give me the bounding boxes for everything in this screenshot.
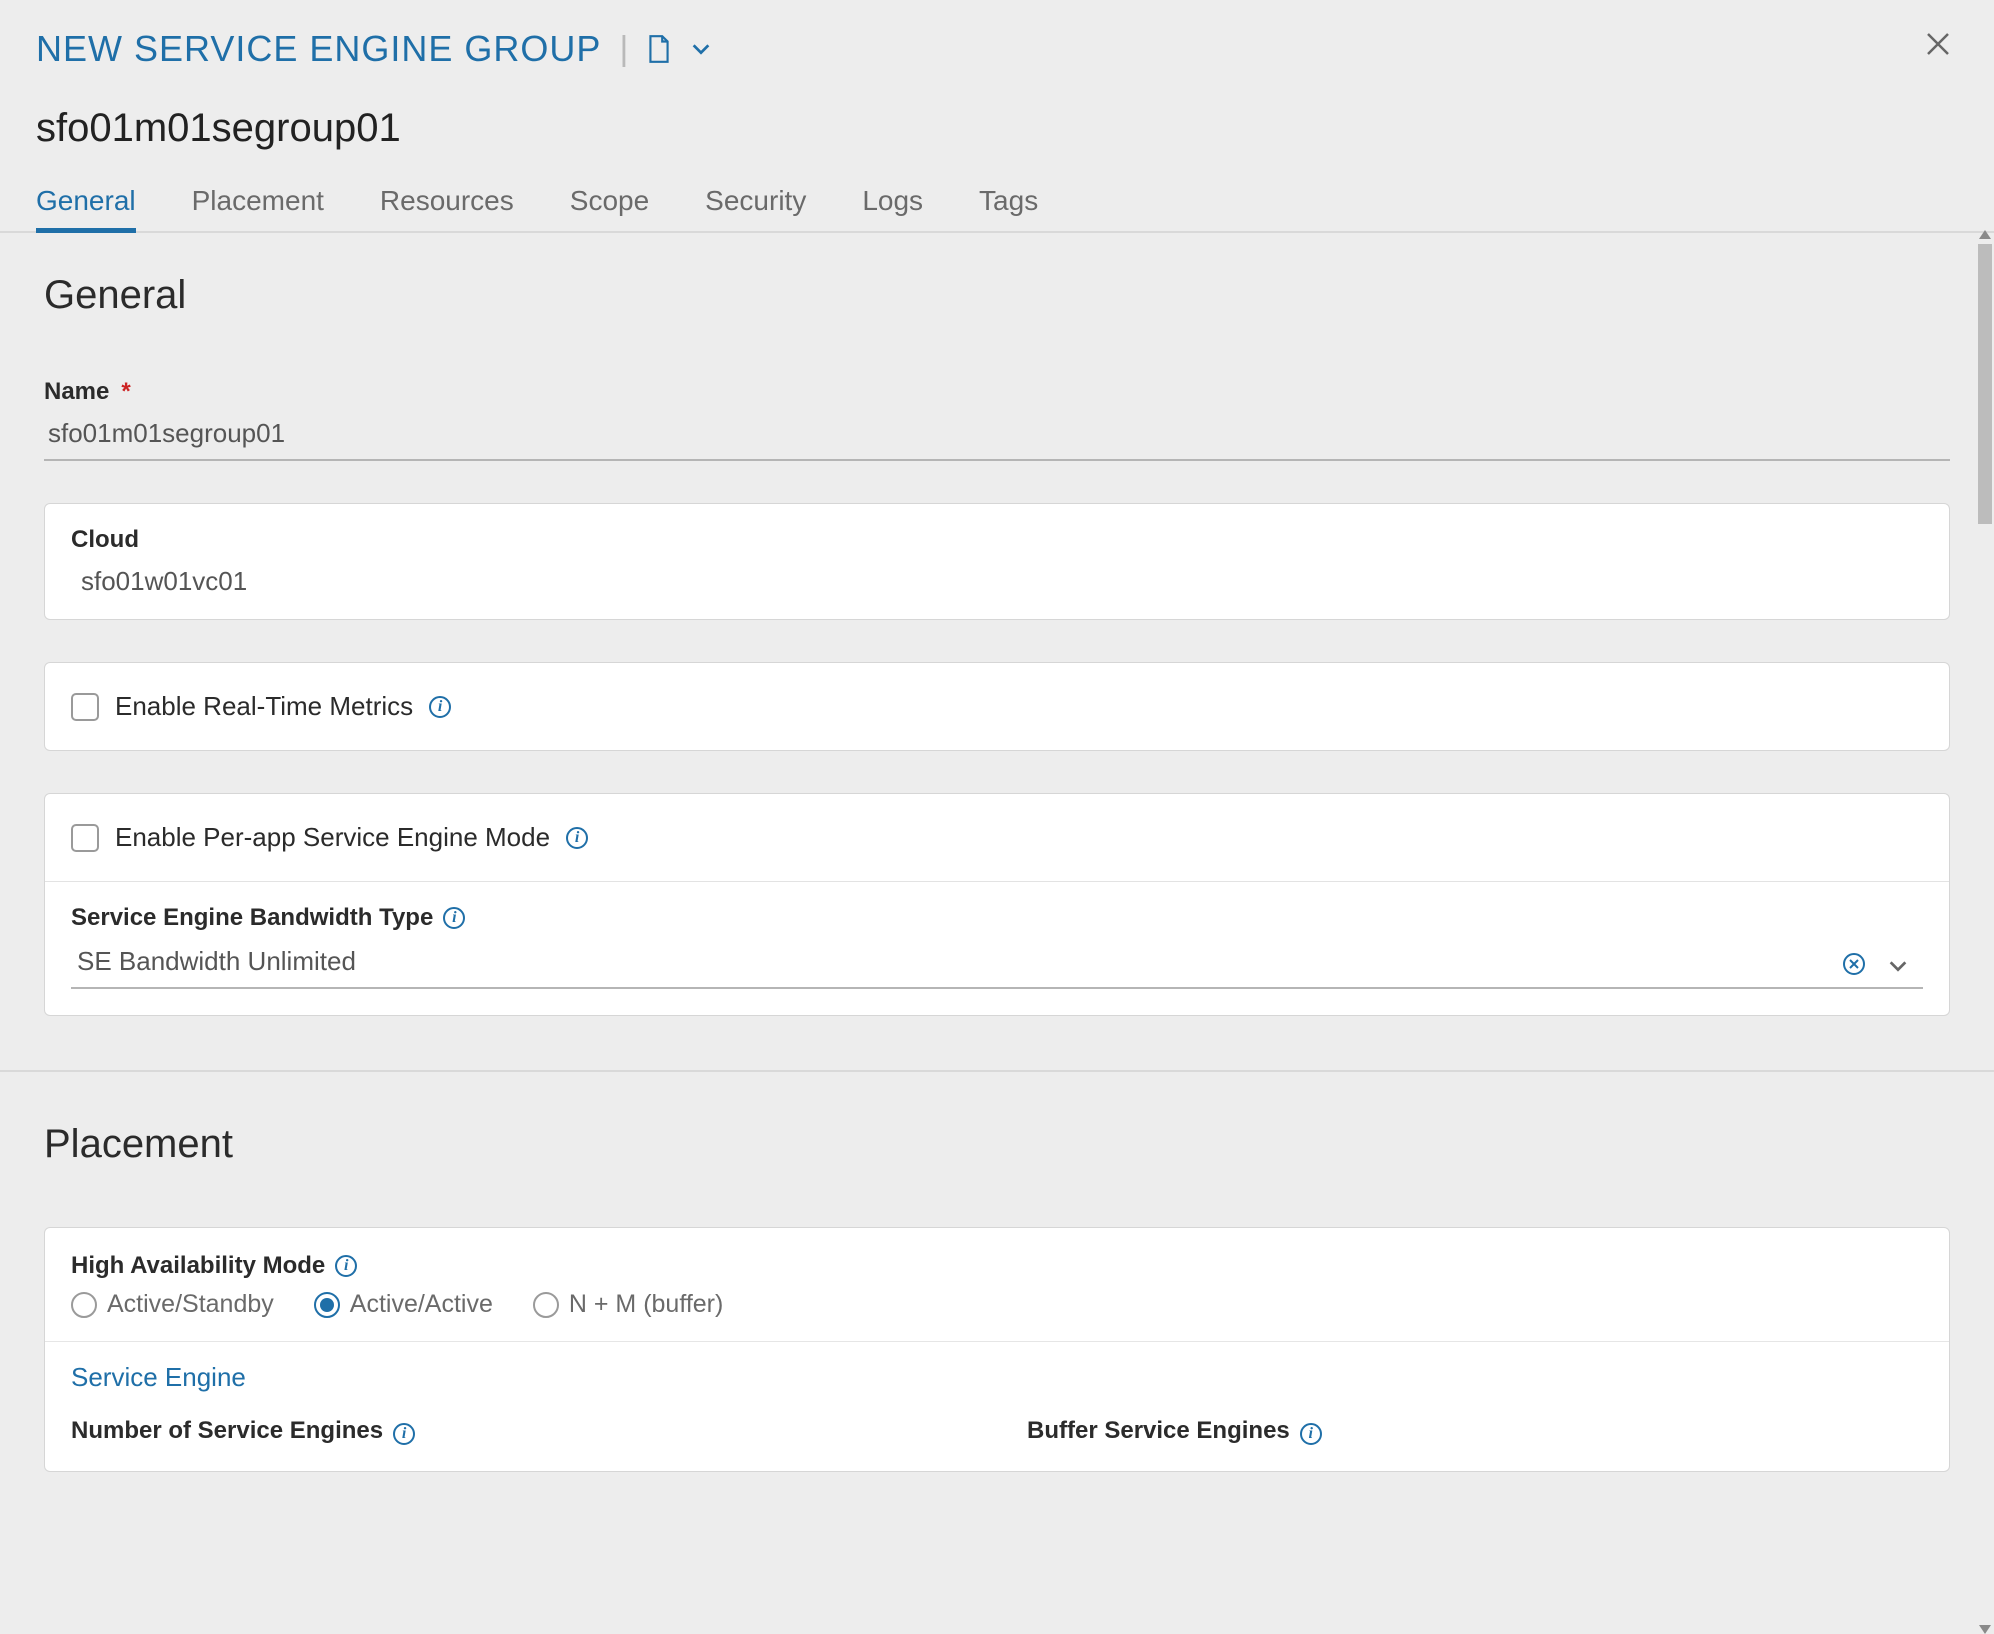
document-icon[interactable] [646,34,672,64]
info-icon[interactable]: i [443,907,465,929]
metrics-checkbox[interactable] [71,693,99,721]
perapp-label: Enable Per-app Service Engine Mode [115,822,550,853]
tab-bar: General Placement Resources Scope Securi… [0,175,1994,233]
scroll-down-icon[interactable] [1979,1625,1991,1634]
tab-logs[interactable]: Logs [862,175,923,231]
entity-name: sfo01m01segroup01 [36,106,1958,151]
required-asterisk: * [121,378,130,406]
metrics-card: Enable Real-Time Metrics i [44,662,1950,751]
content: General Name* Cloud sfo01w01vc01 Enable … [0,233,1994,1472]
modal-header: NEW SERVICE ENGINE GROUP | sfo01m01segro… [0,0,1994,151]
bandwidth-label: Service Engine Bandwidth Type i [71,904,1923,932]
title-separator: | [619,30,628,69]
section-title-general: General [44,273,1950,318]
tab-placement[interactable]: Placement [192,175,324,231]
cloud-card: Cloud sfo01w01vc01 [44,503,1950,620]
modal-title: NEW SERVICE ENGINE GROUP [36,28,601,70]
scroll-up-icon[interactable] [1979,230,1991,239]
placement-card: High Availability Mode i Active/Standby … [44,1227,1950,1472]
scroll-thumb[interactable] [1978,244,1992,524]
info-icon[interactable]: i [566,827,588,849]
tab-scope[interactable]: Scope [570,175,649,231]
ha-label: High Availability Mode i [71,1252,1923,1280]
name-field: Name* [44,378,1950,461]
name-label: Name* [44,378,1950,406]
chevron-down-icon[interactable] [690,38,712,60]
ha-option-nm-buffer[interactable]: N + M (buffer) [533,1290,723,1319]
name-input[interactable] [44,412,1950,461]
bandwidth-select [71,938,1923,989]
tab-resources[interactable]: Resources [380,175,514,231]
num-se-field: Number of Service Engines i [71,1417,967,1451]
radio-icon [71,1292,97,1318]
scrollbar[interactable] [1976,230,1994,1634]
perapp-card: Enable Per-app Service Engine Mode i Ser… [44,793,1950,1016]
info-icon[interactable]: i [393,1423,415,1445]
buffer-se-field: Buffer Service Engines i [1027,1417,1923,1451]
bandwidth-row: Service Engine Bandwidth Type i [45,882,1949,1015]
num-se-label: Number of Service Engines [71,1417,383,1445]
service-engine-link[interactable]: Service Engine [45,1341,1949,1399]
cloud-value: sfo01w01vc01 [71,560,1923,597]
tab-general[interactable]: General [36,175,136,231]
metrics-label: Enable Real-Time Metrics [115,691,413,722]
cloud-label: Cloud [71,526,1923,554]
info-icon[interactable]: i [335,1255,357,1277]
header-title-row: NEW SERVICE ENGINE GROUP | [36,28,1958,70]
metrics-row: Enable Real-Time Metrics i [71,685,1923,728]
clear-icon[interactable] [1841,951,1867,977]
info-icon[interactable]: i [429,696,451,718]
bandwidth-input[interactable] [71,938,1923,989]
radio-icon [533,1292,559,1318]
close-button[interactable] [1918,24,1958,64]
radio-icon [314,1292,340,1318]
perapp-row: Enable Per-app Service Engine Mode i [45,794,1949,882]
se-counts-row: Number of Service Engines i Buffer Servi… [45,1399,1949,1471]
tab-tags[interactable]: Tags [979,175,1038,231]
ha-option-active-standby[interactable]: Active/Standby [71,1290,274,1319]
info-icon[interactable]: i [1300,1423,1322,1445]
ha-option-active-active[interactable]: Active/Active [314,1290,493,1319]
ha-row: High Availability Mode i Active/Standby … [45,1228,1949,1341]
section-title-placement: Placement [44,1122,1950,1167]
ha-radio-group: Active/Standby Active/Active N + M (buff… [71,1290,1923,1337]
buffer-se-label: Buffer Service Engines [1027,1417,1290,1445]
section-divider [0,1070,1994,1072]
modal: NEW SERVICE ENGINE GROUP | sfo01m01segro… [0,0,1994,1634]
tab-security[interactable]: Security [705,175,806,231]
perapp-checkbox[interactable] [71,824,99,852]
